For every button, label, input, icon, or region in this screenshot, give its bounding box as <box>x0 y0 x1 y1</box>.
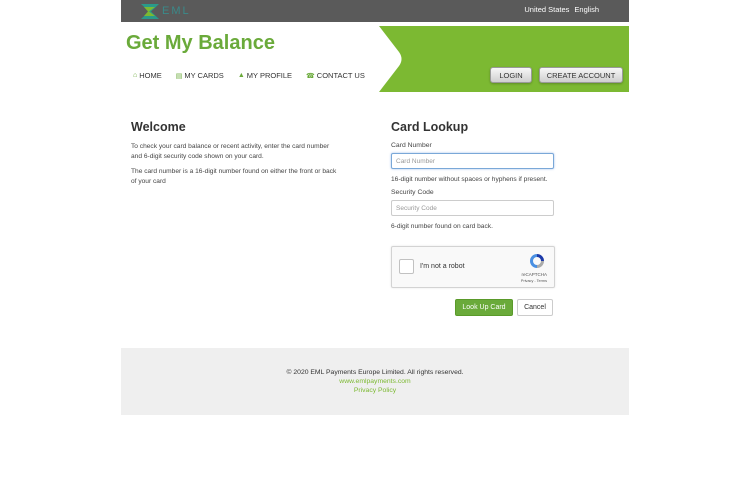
card-lookup-heading: Card Lookup <box>391 120 469 134</box>
logo-text: EML <box>162 5 191 17</box>
home-icon: ⌂ <box>133 72 138 79</box>
site-title: Get My Balance <box>126 32 275 54</box>
user-icon: ▲ <box>237 72 245 79</box>
main-nav: ⌂ HOME ▤ MY CARDS ▲ MY PROFILE ☎ CONTACT… <box>133 71 365 80</box>
card-number-label: Card Number <box>391 142 432 149</box>
create-account-button[interactable]: CREATE ACCOUNT <box>539 67 623 83</box>
recaptcha-widget: I'm not a robot reCAPTCHA Privacy - Term… <box>391 246 555 288</box>
eml-logo[interactable]: EML <box>141 3 191 19</box>
page: EML United States English Get My Balance… <box>0 0 750 500</box>
recaptcha-label: I'm not a robot <box>420 263 465 270</box>
nav-my-profile-label: MY PROFILE <box>246 71 293 80</box>
nav-contact-us-label: CONTACT US <box>316 71 365 80</box>
card-lookup-form: Card Lookup Card Number Card Number 16-d… <box>391 120 581 236</box>
website-link[interactable]: www.emlpayments.com <box>121 378 629 385</box>
nav-my-cards[interactable]: ▤ MY CARDS <box>176 71 224 80</box>
security-code-label: Security Code <box>391 189 434 196</box>
region-selector[interactable]: United States <box>524 5 569 14</box>
top-bar: EML United States English <box>121 0 629 22</box>
welcome-card-info: The card number is a 16-digit number fou… <box>131 168 337 185</box>
eml-logo-icon <box>141 3 159 19</box>
welcome-instructions: To check your card balance or recent act… <box>131 143 330 160</box>
copyright-text: © 2020 EML Payments Europe Limited. All … <box>286 369 464 376</box>
cancel-button[interactable]: Cancel <box>517 299 553 316</box>
look-up-card-button[interactable]: Look Up Card <box>455 299 513 316</box>
footer: © 2020 EML Payments Europe Limited. All … <box>121 348 629 415</box>
recaptcha-brand: reCAPTCHA <box>521 272 547 277</box>
recaptcha-links[interactable]: Privacy - Terms <box>521 279 547 283</box>
phone-icon: ☎ <box>306 72 315 80</box>
nav-contact-us[interactable]: ☎ CONTACT US <box>306 71 365 80</box>
nav-home[interactable]: ⌂ HOME <box>133 71 162 80</box>
nav-my-profile[interactable]: ▲ MY PROFILE <box>238 71 292 80</box>
nav-home-label: HOME <box>139 71 162 80</box>
security-code-hint: 6-digit number found on card back. <box>391 223 493 230</box>
recaptcha-checkbox[interactable] <box>399 259 414 274</box>
nav-my-cards-label: MY CARDS <box>184 71 224 80</box>
security-code-input[interactable]: Security Code <box>391 200 554 216</box>
recaptcha-icon <box>530 254 544 268</box>
language-selector[interactable]: English <box>574 5 599 14</box>
site-header: Get My Balance ⌂ HOME ▤ MY CARDS ▲ MY PR… <box>121 26 629 92</box>
login-button[interactable]: LOGIN <box>490 67 532 83</box>
welcome-heading: Welcome <box>131 120 186 134</box>
card-number-input[interactable]: Card Number <box>391 153 554 169</box>
welcome-section: Welcome To check your card balance or re… <box>131 120 341 192</box>
privacy-policy-link[interactable]: Privacy Policy <box>121 387 629 394</box>
card-number-hint: 16-digit number without spaces or hyphen… <box>391 176 548 183</box>
card-icon: ▤ <box>175 72 183 80</box>
